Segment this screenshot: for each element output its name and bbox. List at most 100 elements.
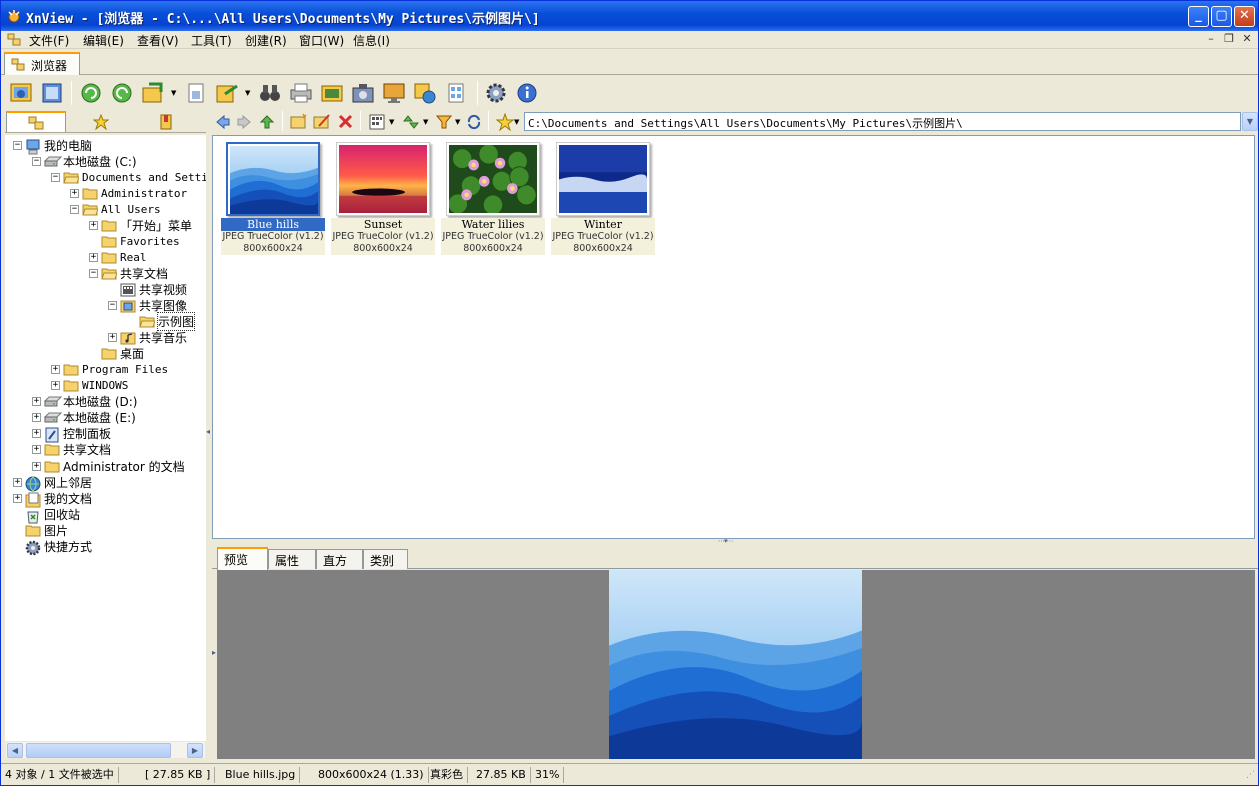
export-dropdown-icon[interactable]: ▼ (245, 89, 250, 97)
collapse-minus-icon[interactable]: − (89, 268, 98, 278)
tree-node[interactable]: + 共享文档 (32, 442, 111, 458)
tab-properties[interactable]: 属性 (268, 549, 316, 569)
tree-node[interactable]: + Administrator 的文档 (32, 458, 185, 474)
tab-categories[interactable]: 类别 (363, 549, 408, 569)
up-folder-icon[interactable] (259, 114, 275, 130)
menu-info[interactable]: 信息(I) (353, 32, 390, 49)
tree-node[interactable]: + 「开始」菜单 (89, 217, 192, 233)
tree-node[interactable]: + Program Files (51, 362, 168, 378)
expand-plus-icon[interactable]: + (108, 333, 117, 343)
menu-edit[interactable]: 编辑(E) (83, 32, 124, 49)
tree-node[interactable]: + Administrator (70, 185, 187, 201)
menu-tools[interactable]: 工具(T) (191, 32, 232, 49)
tab-folders[interactable] (6, 111, 66, 132)
collapse-minus-icon[interactable]: − (70, 204, 79, 214)
tree-node[interactable]: Favorites (89, 233, 180, 249)
favorites-dropdown-icon[interactable]: ▼ (514, 118, 519, 126)
collapse-down-icon[interactable]: ⋯▾⋯ (718, 537, 733, 545)
expand-plus-icon[interactable]: + (13, 493, 22, 503)
fullscreen-button[interactable] (39, 80, 65, 106)
tree-node[interactable]: + 网上邻居 (13, 474, 92, 492)
expand-plus-icon[interactable]: + (89, 252, 98, 262)
open-browser-button[interactable] (8, 80, 34, 106)
tab-preview[interactable]: 预览 (217, 547, 268, 570)
filter-dropdown-icon[interactable]: ▼ (455, 118, 460, 126)
thumbnail-item[interactable]: Winter JPEG TrueColor (v1.2) 800x600x24 (551, 140, 655, 256)
scroll-thumb[interactable] (26, 743, 171, 758)
tree-node[interactable]: 图片 (13, 522, 68, 538)
resize-grip-icon[interactable]: ⋰ (1246, 770, 1255, 780)
tree-node[interactable]: + 控制面板 (32, 426, 111, 443)
rename-icon[interactable] (313, 113, 331, 130)
address-input[interactable]: C:\Documents and Settings\All Users\Docu… (524, 112, 1241, 131)
expand-plus-icon[interactable]: + (89, 220, 98, 230)
back-arrow-icon[interactable] (215, 114, 231, 130)
expand-preview-icon[interactable]: ▸ (212, 648, 216, 657)
menu-file[interactable]: 文件(F) (29, 32, 69, 49)
search-button[interactable] (257, 80, 283, 106)
collapse-minus-icon[interactable]: − (13, 140, 22, 150)
scroll-left-icon[interactable]: ◀ (7, 743, 23, 758)
sync-icon[interactable] (466, 114, 482, 130)
address-dropdown-icon[interactable]: ▼ (1242, 112, 1258, 131)
filter-icon[interactable] (436, 114, 452, 130)
tree-node[interactable]: + Real (89, 249, 147, 265)
collapse-minus-icon[interactable]: − (108, 301, 117, 310)
tree-node[interactable]: 共享视频 (108, 281, 187, 297)
menu-view[interactable]: 查看(V) (137, 32, 179, 49)
tree-node[interactable]: + 本地磁盘 (D:) (32, 394, 137, 410)
convert-dropdown-icon[interactable]: ▼ (171, 89, 176, 97)
view-mode-icon[interactable] (369, 114, 385, 130)
tab-browser[interactable]: 浏览器 (4, 52, 80, 75)
delete-icon[interactable] (338, 114, 353, 129)
tree-node[interactable]: 示例图 (127, 312, 196, 332)
tree-node[interactable]: + 本地磁盘 (E:) (32, 410, 136, 426)
mdi-minimize-icon[interactable]: – (1203, 32, 1219, 47)
info-button[interactable] (514, 80, 540, 106)
tree-node[interactable]: − 本地磁盘 (C:) (32, 153, 137, 169)
tree-node[interactable]: − 我的电脑 (13, 137, 92, 154)
expand-plus-icon[interactable]: + (32, 445, 41, 455)
collapse-minus-icon[interactable]: − (32, 156, 41, 166)
tab-favorites[interactable] (71, 111, 131, 132)
scroll-right-icon[interactable]: ▶ (187, 743, 203, 758)
sort-dropdown-icon[interactable]: ▼ (423, 118, 428, 126)
properties-button[interactable] (183, 80, 209, 106)
expand-plus-icon[interactable]: + (32, 413, 41, 423)
tree-node[interactable]: 桌面 (89, 346, 144, 362)
rotate-button[interactable] (109, 80, 135, 106)
mdi-restore-icon[interactable]: ❐ (1221, 32, 1237, 47)
wallpaper-button[interactable] (381, 80, 407, 106)
thumbnail-item[interactable]: Blue hills JPEG TrueColor (v1.2) 800x600x2… (221, 140, 325, 256)
tree-node[interactable]: − Documents and Setti (51, 169, 206, 185)
thumbnail-item[interactable]: Water lilies JPEG TrueColor (v1.2) 800x600… (441, 140, 545, 256)
capture-button[interactable] (350, 80, 376, 106)
tree-node[interactable]: + 我的文档 (13, 490, 92, 508)
tab-histogram[interactable]: 直方图 (316, 549, 363, 585)
tree-node[interactable]: 回收站 (13, 506, 80, 524)
tree-node[interactable]: + 共享音乐 (108, 330, 187, 346)
forward-arrow-icon[interactable] (236, 114, 252, 130)
tree-node[interactable]: − 共享文档 (89, 265, 168, 281)
expand-plus-icon[interactable]: + (51, 381, 60, 391)
convert-button[interactable] (140, 80, 166, 106)
contact-sheet-button[interactable] (443, 80, 469, 106)
close-button[interactable]: ✕ (1234, 6, 1255, 27)
tree-node[interactable]: − All Users (70, 201, 161, 217)
sort-icon[interactable] (403, 114, 419, 130)
collapse-minus-icon[interactable]: − (51, 172, 60, 182)
view-mode-dropdown-icon[interactable]: ▼ (389, 118, 394, 126)
expand-plus-icon[interactable]: + (51, 365, 60, 375)
new-folder-icon[interactable] (290, 113, 308, 130)
web-page-button[interactable] (412, 80, 438, 106)
tree-node[interactable]: + WINDOWS (51, 378, 128, 394)
minimize-button[interactable]: _ (1188, 6, 1209, 27)
tree-horizontal-scrollbar[interactable]: ◀ ▶ (6, 741, 205, 758)
maximize-button[interactable]: ▢ (1211, 6, 1232, 27)
expand-plus-icon[interactable]: + (32, 461, 41, 471)
tab-categories[interactable] (136, 111, 196, 132)
menu-create[interactable]: 创建(R) (245, 32, 287, 49)
expand-plus-icon[interactable]: + (13, 477, 22, 487)
menu-window[interactable]: 窗口(W) (299, 32, 344, 49)
collapse-left-icon[interactable]: ◂ (206, 427, 210, 436)
